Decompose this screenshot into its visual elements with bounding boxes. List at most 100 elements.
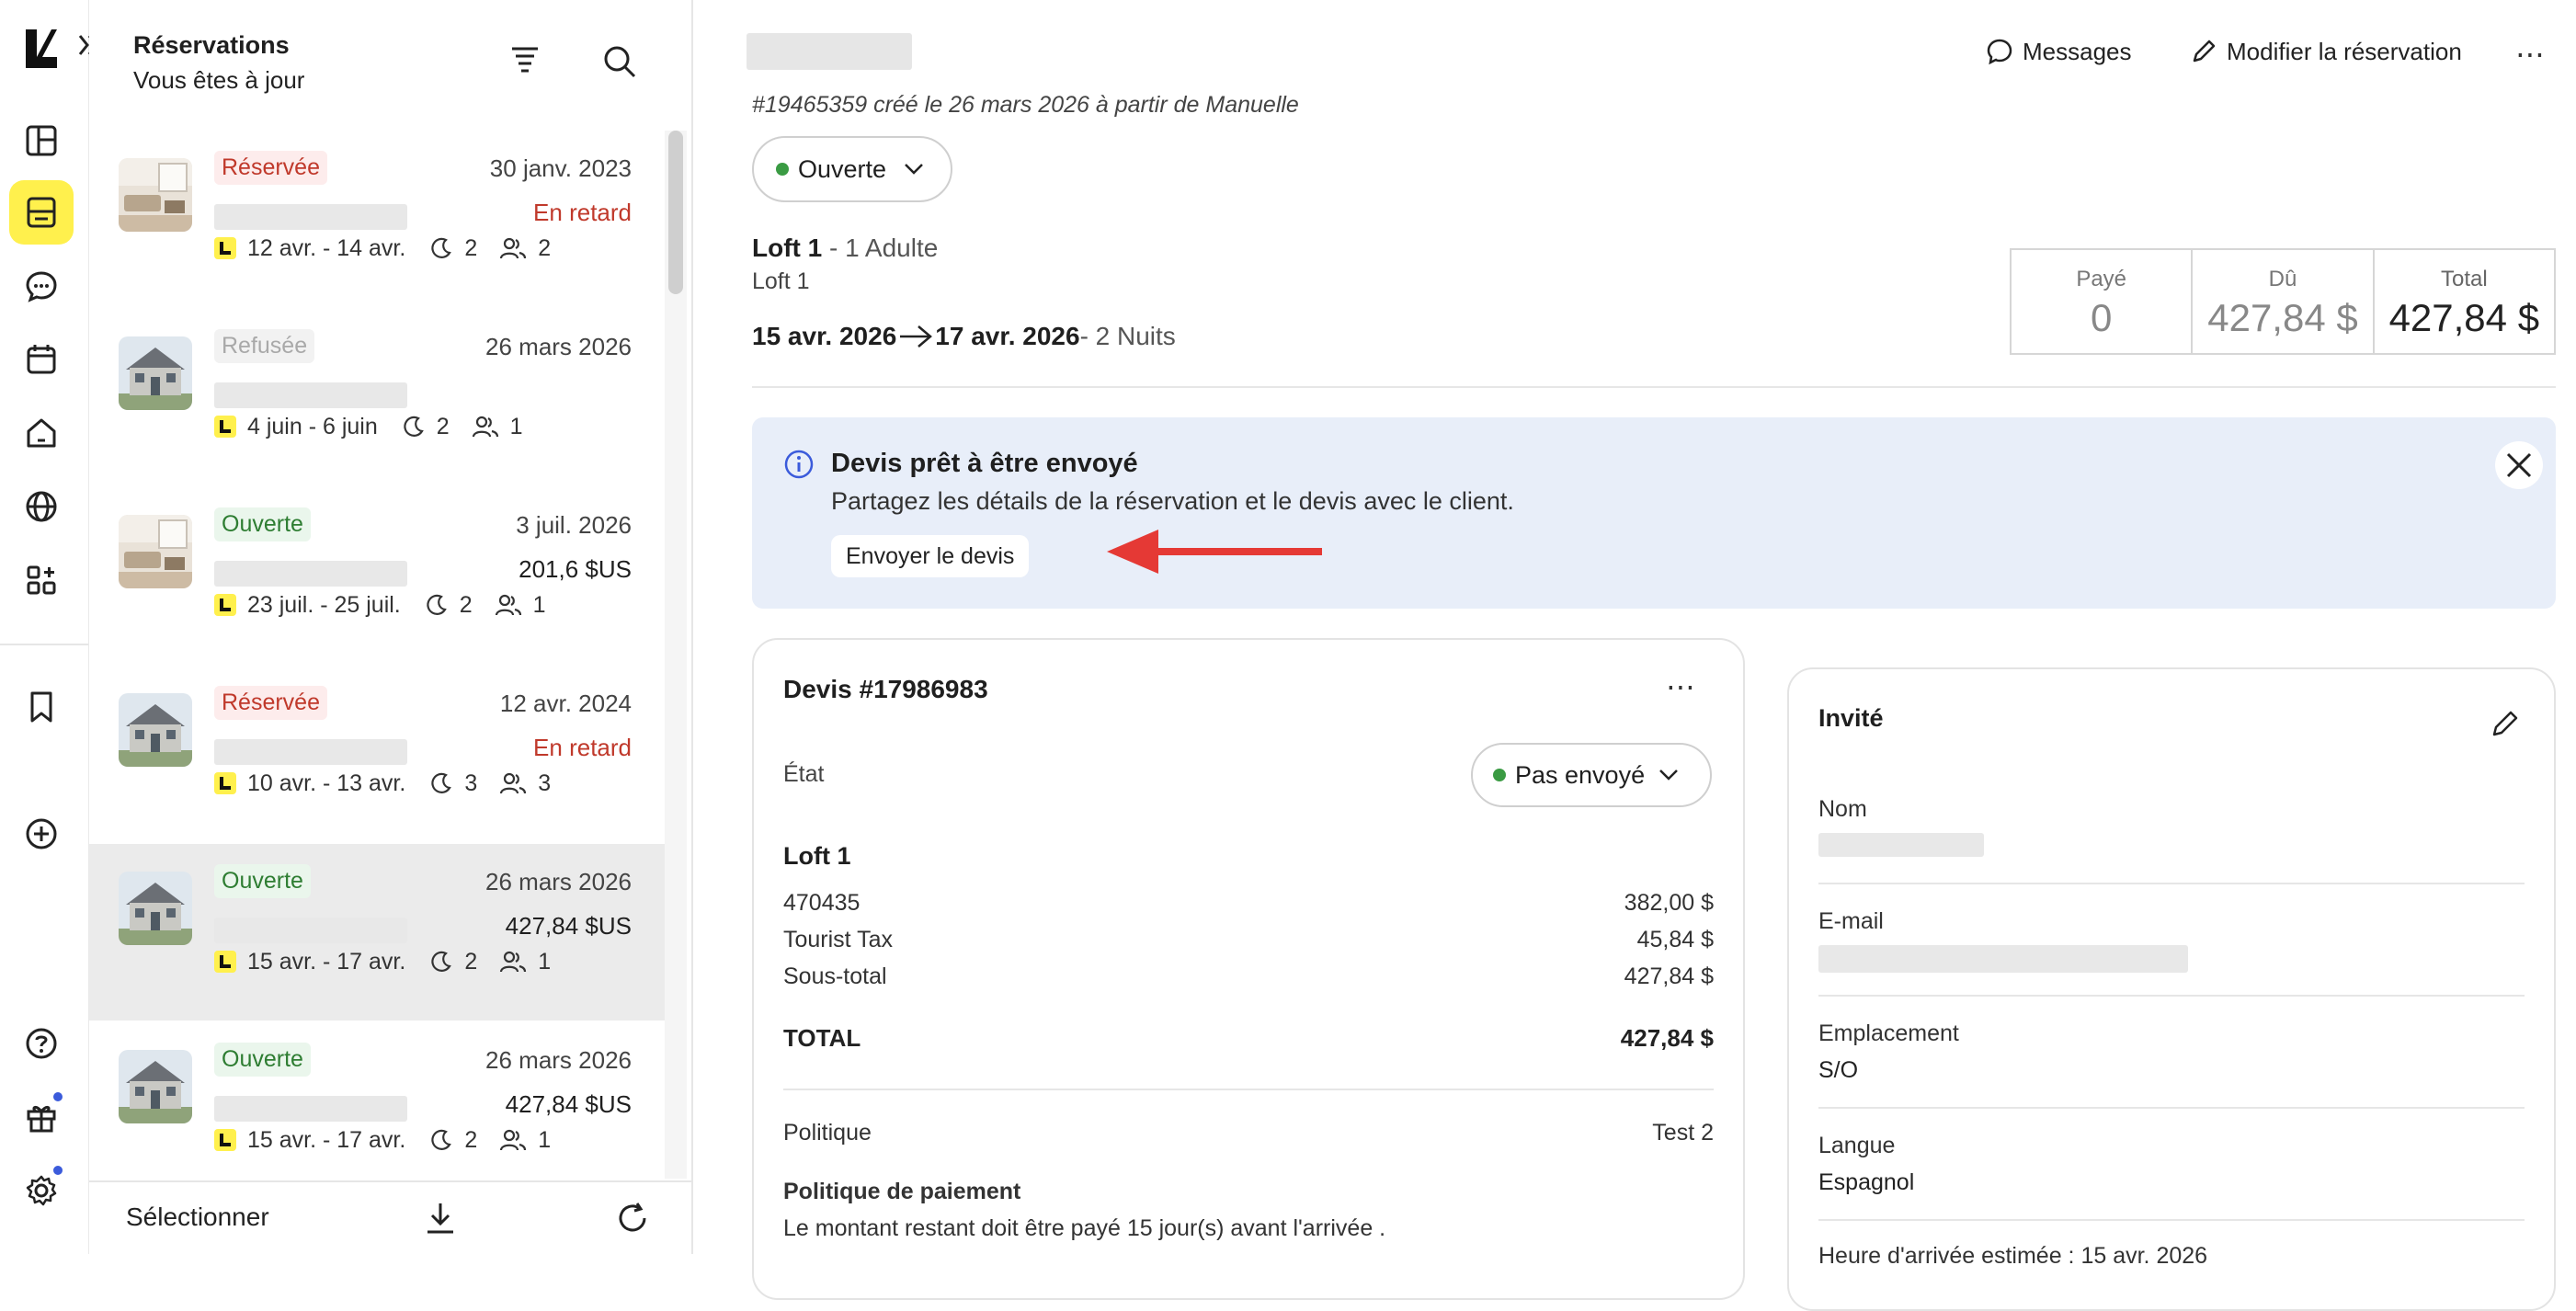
quote-line-amount: 382,00 $ — [1624, 890, 1714, 916]
quote-line-row: 470435 382,00 $ — [783, 890, 1714, 917]
header-divider — [752, 386, 2556, 388]
channel-logo-icon — [214, 594, 236, 616]
reservation-date: 3 juil. 2026 — [516, 511, 632, 539]
guest-name-placeholder — [214, 561, 407, 587]
nights-count: 2 — [464, 1126, 478, 1153]
edit-guest-icon[interactable] — [2490, 708, 2521, 739]
nights-count: 2 — [464, 948, 478, 975]
messages-button[interactable]: Messages — [1986, 35, 2132, 68]
more-actions-icon[interactable]: ⋯ — [2515, 37, 2547, 72]
guests-icon — [499, 950, 527, 974]
dashboard-icon[interactable] — [9, 108, 74, 173]
location-label: Emplacement — [1818, 1020, 1959, 1046]
unit-guests: - 1 Adulte — [822, 234, 939, 262]
status-badge: Réservée — [214, 686, 327, 720]
guest-divider — [1818, 883, 2525, 884]
reservation-date: 12 avr. 2024 — [499, 690, 632, 717]
refresh-icon[interactable] — [615, 1201, 650, 1236]
stay-range: 10 avr. - 13 avr. — [247, 770, 406, 796]
add-icon[interactable] — [9, 802, 74, 866]
search-icon[interactable] — [602, 44, 637, 79]
quote-state-dropdown[interactable]: Pas envoyé — [1471, 743, 1712, 807]
property-thumbnail — [119, 693, 192, 767]
payment-summary: Payé 0 Dû 427,84 $ Total 427,84 $ — [2010, 248, 2556, 355]
guest-name-placeholder — [214, 918, 407, 943]
alert-title: Devis prêt à être envoyé — [831, 449, 1138, 478]
list-footer: Sélectionner — [89, 1180, 691, 1254]
reservations-icon[interactable] — [9, 180, 74, 245]
select-button[interactable]: Sélectionner — [126, 1203, 269, 1232]
reservation-footer: 15 avr. - 17 avr. 2 1 — [214, 1122, 573, 1158]
due-value: 427,84 $ — [2207, 296, 2358, 339]
filter-icon[interactable] — [508, 44, 541, 75]
total-cell: Total 427,84 $ — [2375, 250, 2554, 353]
status-dot — [776, 163, 789, 176]
name-placeholder — [1818, 833, 1984, 857]
channel-logo-icon — [214, 237, 236, 259]
nights-icon — [429, 950, 453, 974]
unit-name: Loft 1 — [752, 234, 823, 262]
reservation-date: 26 mars 2026 — [485, 1046, 632, 1074]
home-icon[interactable] — [9, 401, 74, 465]
payment-policy-text: Le montant restant doit être payé 15 jou… — [783, 1215, 1386, 1241]
bookmark-icon[interactable] — [9, 675, 74, 739]
channel-logo-icon — [214, 772, 236, 794]
reservation-date: 26 mars 2026 — [485, 868, 632, 895]
guest-name-placeholder — [214, 739, 407, 765]
payment-policy-title: Politique de paiement — [783, 1179, 1021, 1204]
help-icon[interactable] — [9, 1011, 74, 1076]
reservation-date: 30 janv. 2023 — [489, 154, 632, 182]
reservation-footer: 12 avr. - 14 avr. 2 2 — [214, 230, 573, 267]
reservation-date: 26 mars 2026 — [485, 333, 632, 360]
reservation-card[interactable]: Réservée 12 avr. 2024 En retard 10 avr. - 1… — [89, 666, 665, 842]
app-logo[interactable] — [24, 28, 59, 70]
reservation-secondary: En retard — [533, 199, 632, 226]
messages-icon[interactable] — [9, 254, 74, 318]
reservation-card[interactable]: Réservée 30 janv. 2023 En retard 12 avr. - … — [89, 131, 665, 307]
stay-range: 23 juil. - 25 juil. — [247, 591, 401, 618]
property-thumbnail — [119, 1050, 192, 1123]
pencil-icon — [2190, 38, 2217, 65]
status-dropdown[interactable]: Ouverte — [752, 136, 952, 202]
alert-text: Partagez les détails de la réservation e… — [831, 487, 1514, 515]
nights-count: - 2 Nuits — [1079, 322, 1176, 350]
status-badge: Ouverte — [214, 507, 311, 542]
reservation-card[interactable]: Ouverte 26 mars 2026 427,84 $US 15 avr. - 1… — [89, 844, 665, 1020]
globe-icon[interactable] — [9, 474, 74, 539]
apps-icon[interactable] — [9, 548, 74, 612]
guest-name-placeholder — [747, 33, 912, 70]
close-alert-button[interactable] — [2495, 441, 2543, 489]
quote-title: Devis #17986983 — [783, 675, 988, 703]
guest-name-placeholder — [214, 382, 407, 408]
checkout-date: 17 avr. 2026 — [935, 322, 1080, 350]
location-value: S/O — [1818, 1057, 1859, 1083]
quote-line-row: Tourist Tax 45,84 $ — [783, 927, 1714, 953]
download-icon[interactable] — [424, 1201, 457, 1236]
name-label: Nom — [1818, 796, 1867, 822]
messages-label: Messages — [2023, 37, 2132, 65]
quote-more-icon[interactable]: ⋯ — [1666, 669, 1695, 704]
reservation-secondary: 427,84 $US — [505, 912, 632, 940]
email-placeholder — [1818, 945, 2188, 973]
quote-total-label: TOTAL — [783, 1024, 861, 1052]
guest-divider — [1818, 1107, 2525, 1109]
calendar-icon[interactable] — [9, 327, 74, 392]
reservation-card[interactable]: Refusée 26 mars 2026 4 juin - 6 juin 2 1 — [89, 309, 665, 485]
reservation-card[interactable]: Ouverte 3 juil. 2026 201,6 $US 23 juil. - 2… — [89, 487, 665, 664]
guests-count: 3 — [538, 770, 552, 796]
property-thumbnail — [119, 872, 192, 945]
list-scrollbar[interactable] — [668, 131, 683, 294]
state-value: Pas envoyé — [1515, 760, 1646, 789]
language-value: Espagnol — [1818, 1169, 1915, 1195]
settings-notification-dot — [51, 1164, 64, 1177]
reservation-card[interactable]: Ouverte 26 mars 2026 427,84 $US 15 avr. - 1… — [89, 1022, 665, 1199]
send-quote-button[interactable]: Envoyer le devis — [831, 535, 1030, 577]
property-thumbnail — [119, 158, 192, 232]
guest-card: Invité Nom E-mail Emplacement S/O Langue… — [1787, 667, 2556, 1311]
reservation-footer: 23 juil. - 25 juil. 2 1 — [214, 587, 568, 623]
guest-name-placeholder — [214, 204, 407, 230]
edit-reservation-button[interactable]: Modifier la réservation — [2190, 35, 2462, 68]
nights-icon — [429, 236, 453, 260]
guests-count: 1 — [509, 413, 523, 439]
quote-line-label: Tourist Tax — [783, 927, 894, 952]
